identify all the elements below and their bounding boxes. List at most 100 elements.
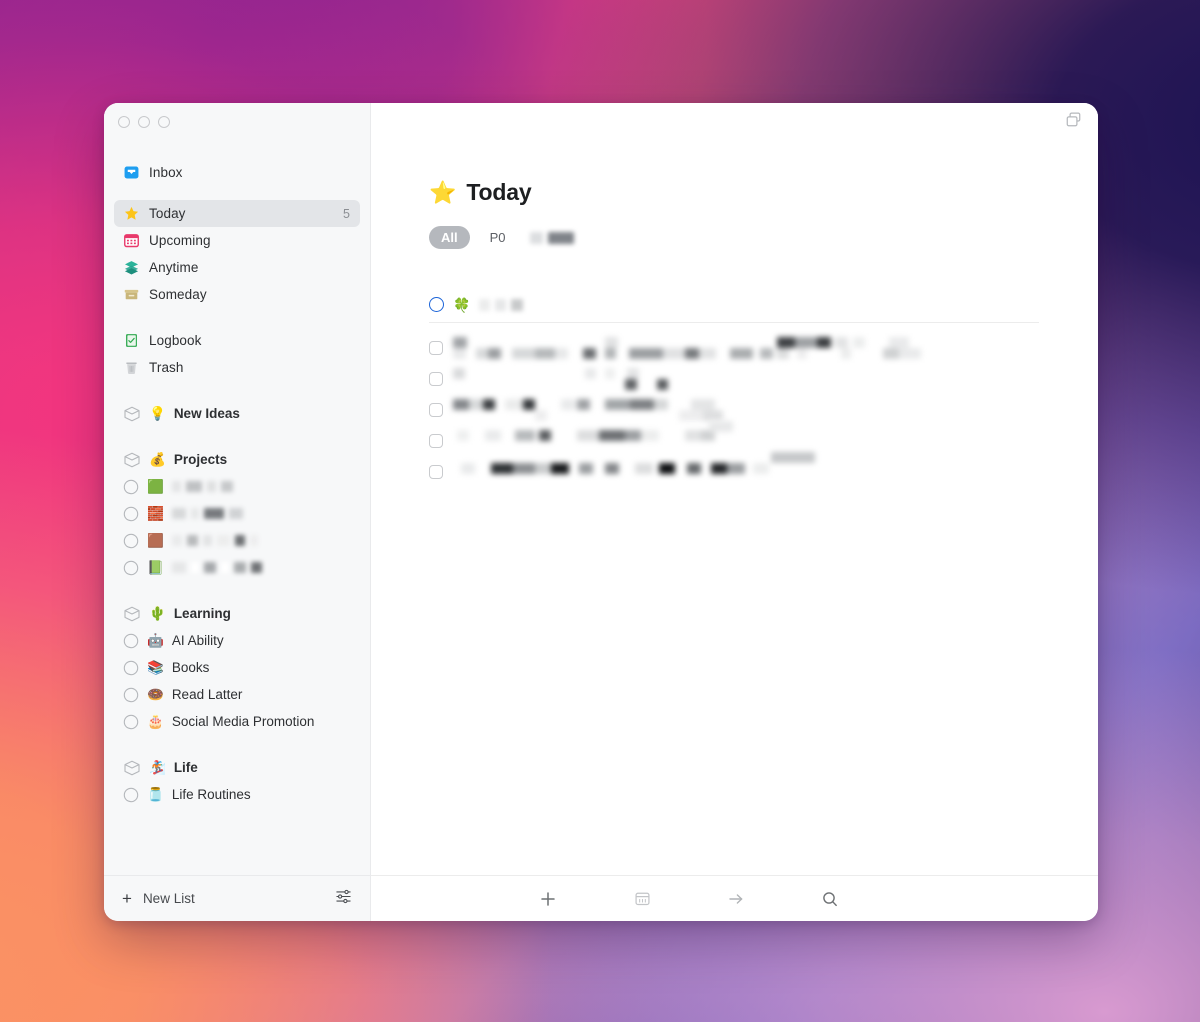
page-title-row: ⭐ Today — [429, 179, 1064, 206]
circle-checkbox-icon[interactable] — [123, 787, 139, 803]
search-button[interactable] — [803, 884, 857, 914]
project-label-redacted — [171, 508, 243, 519]
project-label: Books — [171, 660, 210, 675]
sliders-icon — [336, 889, 351, 903]
sidebar-project-item-social-media-promotion[interactable]: 🎂 Social Media Promotion — [114, 708, 360, 735]
sidebar-project-item-read-latter[interactable]: 🍩 Read Latter — [114, 681, 360, 708]
filter-tab-p0[interactable]: P0 — [478, 226, 518, 249]
open-circle-checkbox[interactable] — [429, 297, 444, 312]
add-task-button[interactable] — [521, 884, 575, 914]
sidebar-item-label: Upcoming — [149, 233, 211, 248]
page-title: Today — [466, 179, 532, 205]
project-label-redacted — [171, 562, 262, 573]
table-row[interactable] — [429, 366, 1064, 397]
group-label: Learning — [173, 606, 231, 621]
group-emoji: 🏂 — [149, 759, 166, 775]
minimize-button[interactable] — [138, 116, 150, 128]
sidebar-project-item-ai-ability[interactable]: 🤖 AI Ability — [114, 627, 360, 654]
duplicate-windows-button[interactable] — [1065, 111, 1082, 133]
table-row[interactable] — [429, 397, 1064, 428]
sidebar-project-item[interactable]: 🟩 — [114, 473, 360, 500]
window-traffic-lights — [104, 103, 370, 141]
box-outline-icon — [124, 406, 140, 421]
star-icon: ⭐ — [429, 179, 457, 205]
sidebar-group-learning[interactable]: 🌵 Learning — [114, 600, 360, 627]
project-label-redacted — [171, 535, 258, 546]
sidebar-item-someday[interactable]: Someday — [114, 281, 360, 308]
filter-tab-redacted[interactable] — [526, 226, 578, 249]
new-list-button[interactable]: + New List — [122, 890, 195, 907]
circle-checkbox-icon[interactable] — [123, 533, 139, 549]
table-row[interactable] — [429, 335, 1064, 366]
sidebar-item-trash[interactable]: Trash — [114, 354, 360, 381]
sidebar-project-item[interactable]: 🟫 — [114, 527, 360, 554]
app-window: Inbox Today 5 Upcoming Anytime Someday L… — [104, 103, 1098, 921]
logbook-icon — [123, 332, 140, 349]
table-row[interactable] — [429, 452, 1064, 490]
schedule-calendar-button[interactable] — [615, 884, 669, 914]
circle-checkbox-icon[interactable] — [123, 560, 139, 576]
project-label: AI Ability — [171, 633, 224, 648]
move-to-button[interactable] — [709, 884, 763, 914]
main-footer-toolbar — [371, 875, 1098, 921]
task-title-redacted — [479, 298, 524, 311]
sidebar-project-item-books[interactable]: 📚 Books — [114, 654, 360, 681]
sidebar-project-item[interactable]: 🧱 — [114, 500, 360, 527]
project-label: Life Routines — [171, 787, 251, 802]
sidebar-item-label: Someday — [149, 287, 207, 302]
project-emoji: 🟩 — [147, 478, 164, 494]
task-list: 🍀 — [429, 297, 1064, 490]
project-label: Read Latter — [171, 687, 243, 702]
main-body: ⭐ Today All P0 🍀 — [371, 141, 1098, 875]
circle-checkbox-icon[interactable] — [123, 714, 139, 730]
desktop-background: Inbox Today 5 Upcoming Anytime Someday L… — [0, 0, 1200, 1022]
filter-tab-all[interactable]: All — [429, 226, 470, 249]
sidebar-item-logbook[interactable]: Logbook — [114, 327, 360, 354]
sidebar-item-upcoming[interactable]: Upcoming — [114, 227, 360, 254]
close-button[interactable] — [118, 116, 130, 128]
sidebar-group-projects[interactable]: 💰 Projects — [114, 446, 360, 473]
box-outline-icon — [124, 760, 140, 775]
task-text-redacted — [453, 337, 923, 363]
zoom-button[interactable] — [158, 116, 170, 128]
square-checkbox[interactable] — [429, 341, 443, 355]
project-label: Social Media Promotion — [171, 714, 315, 729]
circle-checkbox-icon[interactable] — [123, 687, 139, 703]
main-content: ⭐ Today All P0 🍀 — [371, 103, 1098, 921]
sidebar-project-item[interactable]: 📗 — [114, 554, 360, 581]
clover-icon: 🍀 — [453, 296, 471, 313]
square-checkbox[interactable] — [429, 465, 443, 479]
group-emoji: 🌵 — [149, 605, 166, 621]
table-row[interactable] — [429, 421, 1064, 459]
arrow-right-icon — [729, 893, 743, 904]
calendar-icon — [634, 892, 650, 906]
sidebar-item-label: Logbook — [149, 333, 202, 348]
circle-checkbox-icon[interactable] — [123, 506, 139, 522]
project-emoji: 📚 — [147, 659, 164, 675]
square-checkbox[interactable] — [429, 372, 443, 386]
search-icon — [823, 891, 837, 906]
sidebar-settings-button[interactable] — [335, 888, 352, 910]
circle-checkbox-icon[interactable] — [123, 633, 139, 649]
filter-tabs: All P0 — [429, 226, 1064, 249]
sidebar-group-new-ideas[interactable]: 💡 New Ideas — [114, 400, 360, 427]
sidebar-group-life[interactable]: 🏂 Life — [114, 754, 360, 781]
filter-label-redacted — [529, 231, 574, 244]
square-checkbox[interactable] — [429, 403, 443, 417]
sidebar-item-today[interactable]: Today 5 — [114, 200, 360, 227]
main-topbar — [371, 103, 1098, 141]
sidebar-footer: + New List — [104, 875, 370, 921]
sidebar-item-anytime[interactable]: Anytime — [114, 254, 360, 281]
plus-icon: + — [122, 889, 132, 908]
task-group-header-row[interactable]: 🍀 — [429, 297, 1039, 323]
circle-checkbox-icon[interactable] — [123, 479, 139, 495]
circle-checkbox-icon[interactable] — [123, 660, 139, 676]
sidebar-project-item-life-routines[interactable]: 🫙 Life Routines — [114, 781, 360, 808]
archive-box-icon — [123, 286, 140, 303]
square-checkbox[interactable] — [429, 434, 443, 448]
sidebar-item-inbox[interactable]: Inbox — [114, 159, 360, 186]
plus-icon — [541, 891, 555, 906]
